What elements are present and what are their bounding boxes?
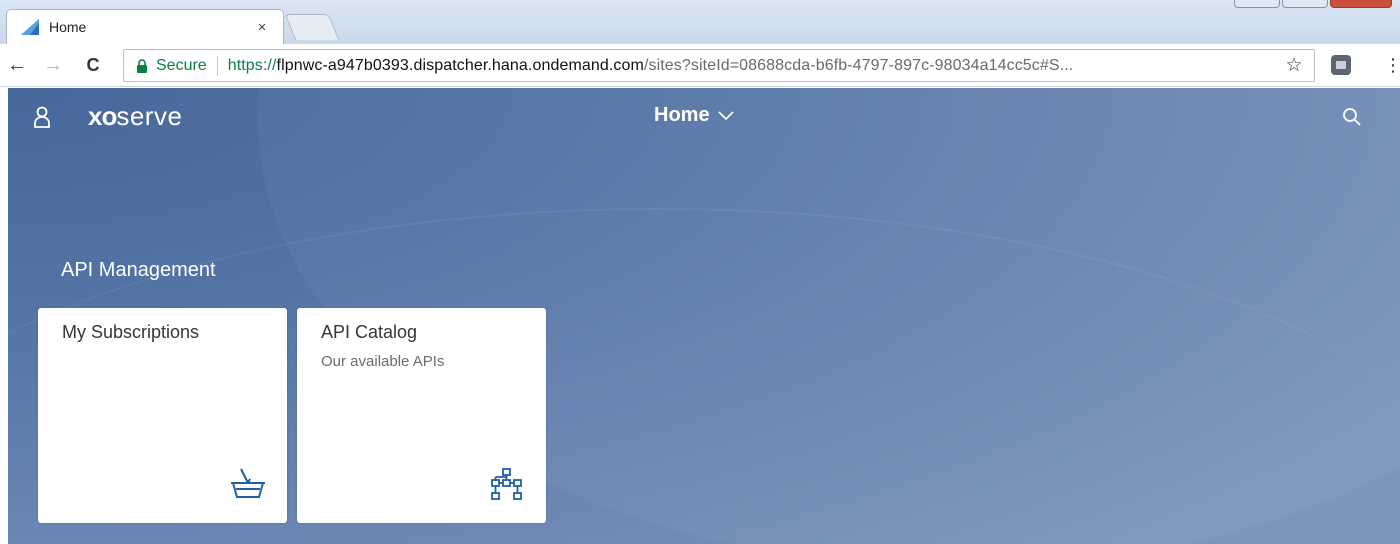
window-maximize-button[interactable] <box>1282 0 1328 8</box>
tile-title: API Catalog <box>321 322 418 342</box>
network-icon <box>491 468 522 500</box>
launchpad-shell: xoserve Home API Management My Subscript… <box>8 88 1400 544</box>
tab-close-icon[interactable]: × <box>253 19 271 36</box>
extension-icon[interactable] <box>1331 55 1351 75</box>
back-button[interactable]: ← <box>4 52 30 78</box>
window-close-button[interactable] <box>1330 0 1392 8</box>
tile-api-catalog[interactable]: API Catalog Our available APIs <box>297 308 546 523</box>
url-text[interactable]: https://flpnwc-a947b0393.dispatcher.hana… <box>228 57 1274 75</box>
tab-title: Home <box>49 19 87 35</box>
forward-button[interactable]: → <box>40 52 66 78</box>
shell-header: xoserve Home <box>8 88 1400 144</box>
basket-icon <box>231 468 265 498</box>
url-scheme: https:// <box>227 56 277 74</box>
reload-button[interactable]: C <box>80 52 106 78</box>
browser-toolbar: ← → C Secure https://flpnwc-a947b0393.di… <box>0 44 1400 87</box>
logo-suffix: serve <box>116 101 183 131</box>
address-separator <box>216 55 218 76</box>
sap-favicon-icon <box>21 19 39 35</box>
window-minimize-button[interactable] <box>1234 0 1280 8</box>
tile-my-subscriptions[interactable]: My Subscriptions <box>38 308 287 523</box>
url-path: /sites?siteId=08688cda-b6fb-4797-897c-98… <box>643 56 1074 74</box>
xoserve-logo: xoserve <box>88 101 182 132</box>
browser-tabstrip: Home × <box>0 0 1400 44</box>
lock-icon <box>137 58 147 73</box>
home-title: Home <box>654 104 710 126</box>
logo-prefix: xo <box>88 101 117 131</box>
bookmark-star-icon[interactable]: ☆ <box>1274 54 1314 77</box>
browser-tab-home[interactable]: Home × <box>6 9 284 44</box>
address-bar[interactable]: Secure https://flpnwc-a947b0393.dispatch… <box>123 49 1315 82</box>
new-tab-button[interactable] <box>284 14 340 40</box>
secure-label: Secure <box>156 56 207 74</box>
tile-subtitle: Our available APIs <box>321 353 445 370</box>
user-icon[interactable] <box>33 106 51 128</box>
home-menu-button[interactable]: Home <box>654 104 734 127</box>
search-icon[interactable] <box>1342 107 1362 127</box>
url-host: flpnwc-a947b0393.dispatcher.hana.ondeman… <box>276 56 644 74</box>
chevron-down-icon <box>717 110 734 120</box>
group-title: API Management <box>61 259 216 281</box>
browser-menu-icon[interactable]: ⋮ <box>1384 56 1400 74</box>
tile-title: My Subscriptions <box>62 322 200 342</box>
